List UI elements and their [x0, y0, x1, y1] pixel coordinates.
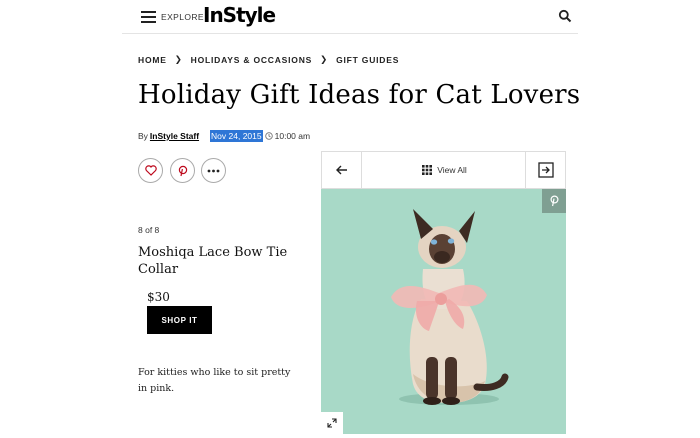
- expand-icon: [327, 418, 337, 428]
- page-title: Holiday Gift Ideas for Cat Lovers: [138, 80, 581, 110]
- expand-image-button[interactable]: [321, 412, 343, 434]
- clock-icon: [264, 132, 273, 140]
- breadcrumb: HOME ❯ HOLIDAYS & OCCASIONS ❯ GIFT GUIDE…: [138, 54, 399, 65]
- instyle-logo[interactable]: InStyle: [203, 3, 276, 27]
- byline-prefix: By: [138, 131, 148, 141]
- explore-label[interactable]: EXPLORE: [161, 12, 204, 22]
- pin-image-button[interactable]: [542, 189, 566, 213]
- breadcrumb-home[interactable]: HOME: [138, 55, 167, 65]
- chevron-right-icon: ❯: [320, 54, 329, 64]
- byline: By InStyle Staff Nov 24, 2015 10:00 am: [138, 130, 310, 142]
- more-icon: [207, 169, 220, 172]
- heart-icon: [144, 165, 157, 176]
- arrow-left-icon: [335, 165, 347, 175]
- product-price: $30: [147, 290, 170, 304]
- next-slide-button[interactable]: [525, 152, 565, 188]
- siamese-cat-illustration: [391, 209, 509, 405]
- product-title: Moshiqa Lace Bow Tie Collar: [138, 245, 288, 277]
- product-photo: [321, 189, 566, 434]
- shop-it-button[interactable]: SHOP IT: [147, 306, 212, 334]
- previous-slide-button[interactable]: [322, 152, 362, 188]
- breadcrumb-holidays[interactable]: HOLIDAYS & OCCASIONS: [191, 55, 312, 65]
- pinterest-icon: [549, 195, 559, 207]
- pinterest-share-button[interactable]: [170, 158, 195, 183]
- breadcrumb-gift-guides[interactable]: GIFT GUIDES: [336, 55, 399, 65]
- search-icon[interactable]: [558, 9, 572, 23]
- publish-time: 10:00 am: [274, 131, 311, 141]
- site-header: EXPLORE InStyle: [122, 0, 578, 34]
- next-gallery-icon: [537, 162, 554, 178]
- view-all-label: View All: [437, 165, 467, 175]
- product-description: For kitties who like to sit pretty in pi…: [138, 367, 291, 394]
- pinterest-icon: [178, 165, 187, 176]
- view-all-button[interactable]: View All: [361, 152, 528, 188]
- author-link[interactable]: InStyle Staff: [150, 131, 199, 141]
- chevron-right-icon: ❯: [174, 54, 183, 64]
- more-share-button[interactable]: [201, 158, 226, 183]
- grid-icon: [422, 165, 433, 175]
- menu-icon[interactable]: [141, 11, 156, 23]
- gallery-toolbar: View All: [321, 151, 566, 189]
- slide-counter: 8 of 8: [138, 225, 160, 235]
- save-heart-button[interactable]: [138, 158, 163, 183]
- publish-date: Nov 24, 2015: [210, 130, 263, 142]
- gallery: View All: [321, 151, 566, 434]
